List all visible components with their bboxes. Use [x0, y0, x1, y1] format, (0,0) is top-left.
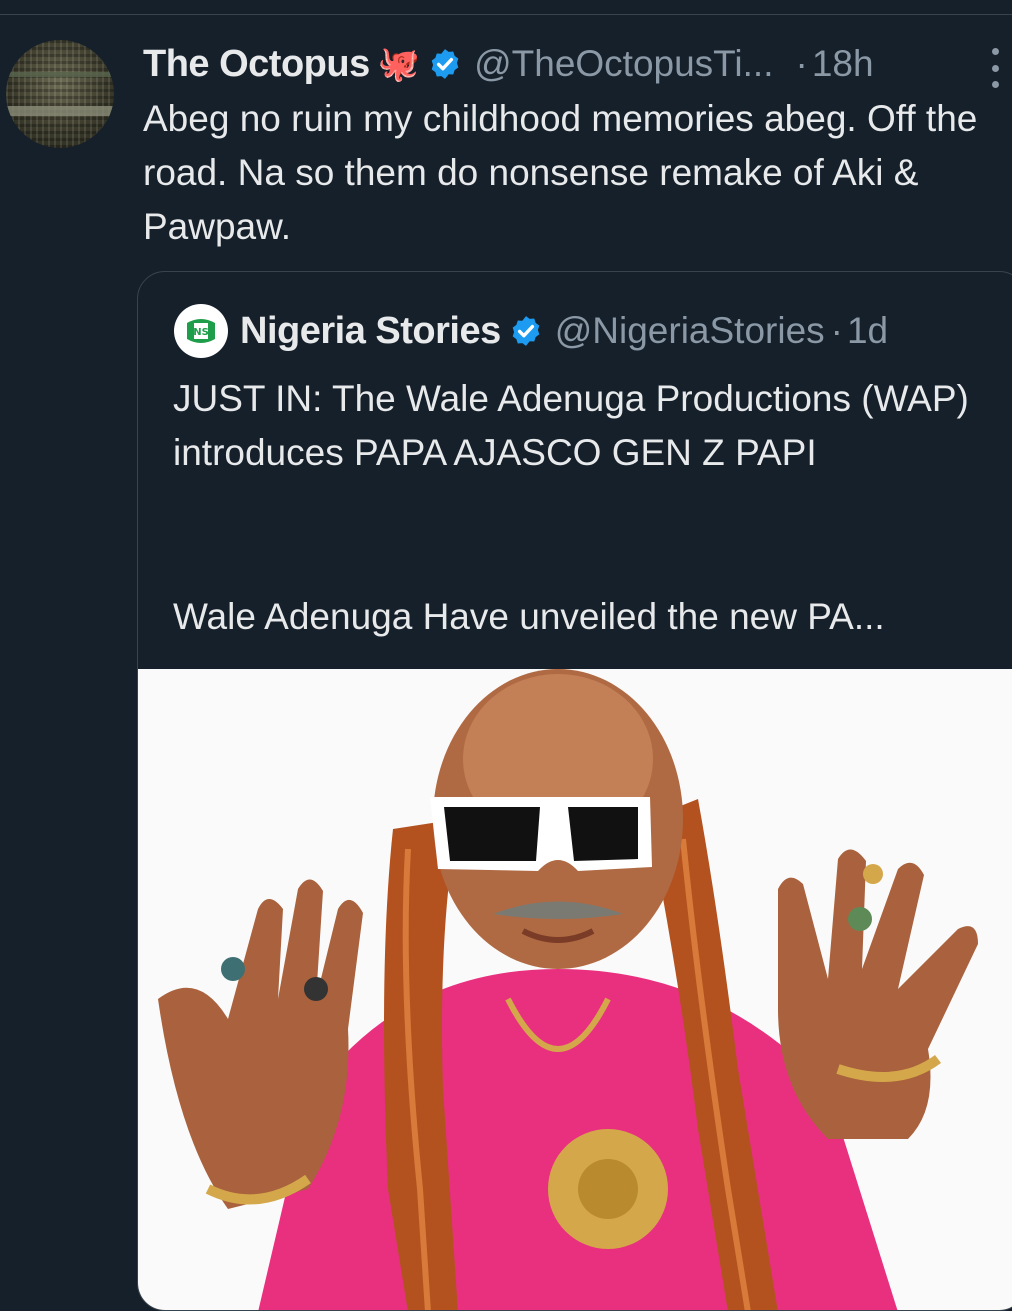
quoted-tweet-timestamp[interactable]: 1d	[847, 310, 888, 352]
tweet-timestamp[interactable]: 18h	[812, 43, 874, 85]
verified-badge-icon	[431, 49, 459, 79]
quoted-author-display-name[interactable]: Nigeria Stories	[240, 310, 501, 353]
quoted-tweet-header: NS Nigeria Stories @NigeriaStories · 1d	[174, 304, 888, 358]
avatar-photo-detail	[6, 72, 114, 77]
separator: ·	[795, 43, 808, 84]
tweet-header: The Octopus 🐙 @TheOctopusTi... · 18h	[143, 40, 874, 88]
quoted-author-handle[interactable]: @NigeriaStories	[555, 310, 825, 352]
quoted-author-avatar[interactable]: NS	[174, 304, 228, 358]
octopus-emoji-icon: 🐙	[377, 45, 421, 83]
author-handle[interactable]: @TheOctopusTi...	[474, 43, 773, 85]
author-avatar[interactable]	[6, 40, 114, 148]
quoted-tweet-image[interactable]	[138, 669, 1012, 1310]
separator: ·	[830, 310, 843, 351]
quoted-tweet-text: JUST IN: The Wale Adenuga Productions (W…	[173, 378, 969, 473]
more-options-icon[interactable]	[985, 48, 1005, 88]
top-divider	[0, 14, 1012, 15]
tweet-text: Abeg no ruin my childhood memories abeg.…	[143, 98, 978, 247]
quoted-tweet-text-continued: Wale Adenuga Have unveiled the new PA...	[173, 596, 885, 637]
nigeria-stories-logo-icon: NS	[187, 319, 215, 343]
verified-badge-icon	[512, 316, 540, 346]
author-display-name[interactable]: The Octopus	[143, 43, 370, 86]
logo-text: NS	[193, 327, 209, 338]
man-with-dreadlocks-and-sunglasses-image	[158, 669, 978, 1310]
quoted-tweet-card[interactable]: NS Nigeria Stories @NigeriaStories · 1d …	[137, 271, 1012, 1311]
avatar-photo-detail	[6, 106, 114, 116]
